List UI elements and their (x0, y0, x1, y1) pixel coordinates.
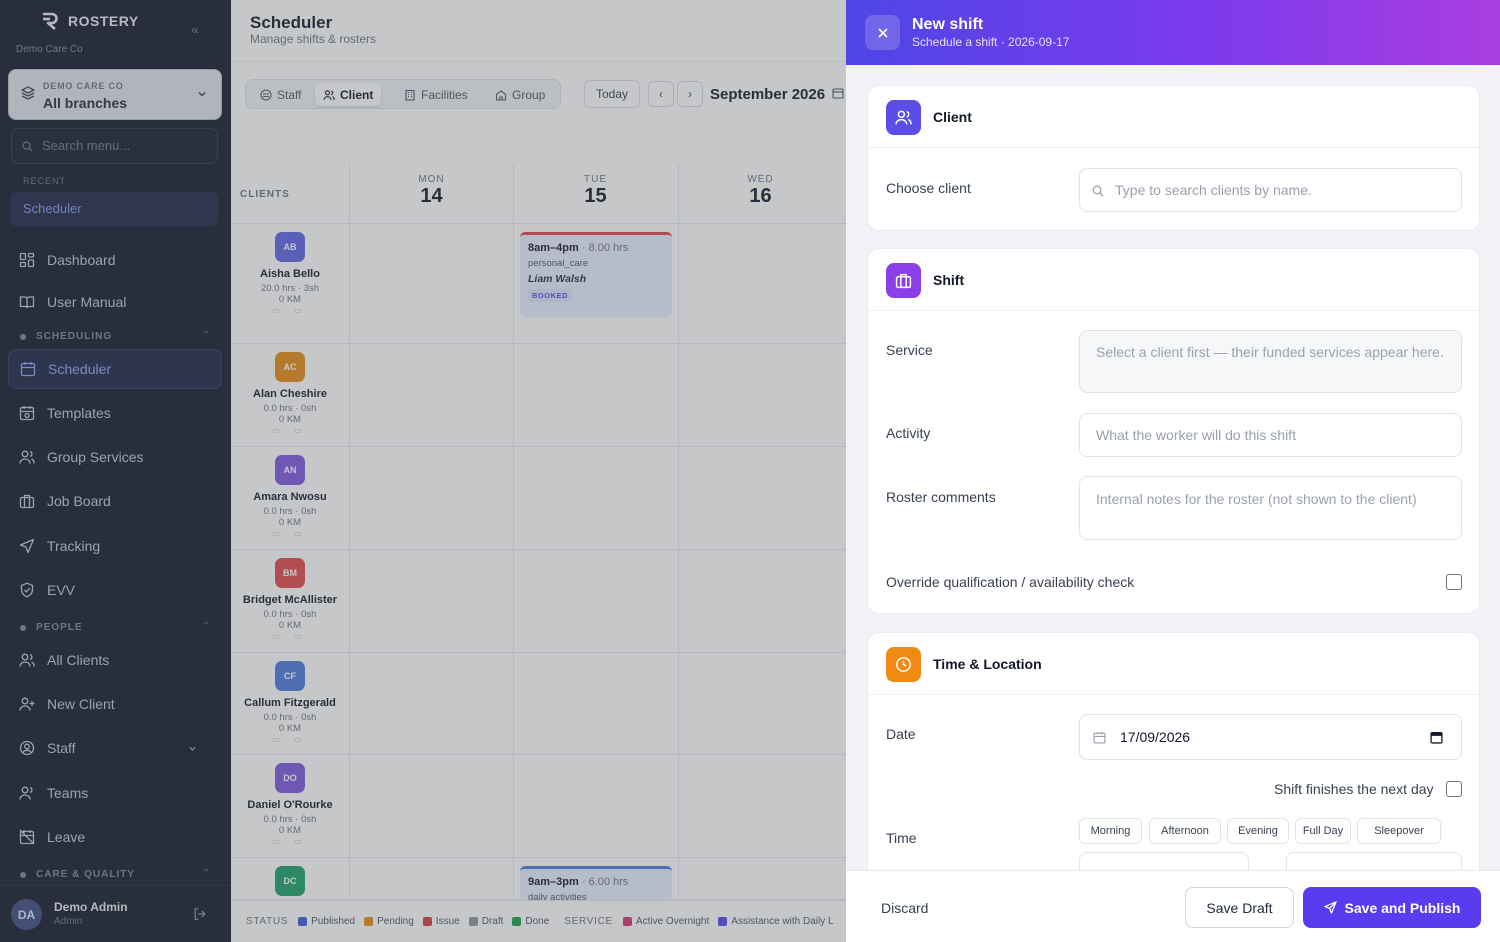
drawer-title: New shift (912, 16, 984, 33)
next-day-checkbox[interactable] (1446, 781, 1462, 797)
card-header: Client (868, 86, 1479, 148)
roster-comments-label: Roster comments (886, 489, 996, 505)
roster-comments-textarea[interactable] (1080, 477, 1461, 539)
briefcase-icon (886, 263, 921, 298)
client-search-input[interactable] (1080, 169, 1461, 211)
new-shift-drawer: New shift Schedule a shift · 2026-09-17 … (846, 0, 1500, 942)
roster-comments-field[interactable] (1079, 476, 1462, 540)
discard-button[interactable]: Discard (881, 900, 928, 916)
drawer-subtitle: Schedule a shift · 2026-09-17 (912, 35, 1070, 49)
close-icon (877, 27, 888, 38)
card-title: Time & Location (933, 656, 1042, 672)
users-icon (886, 100, 921, 135)
time-label: Time (886, 830, 917, 846)
close-button[interactable] (865, 15, 900, 50)
drawer-footer: Discard Save Draft Save and Publish (846, 870, 1500, 942)
override-check-label: Override qualification / availability ch… (886, 574, 1135, 590)
time-preset-evening[interactable]: Evening (1227, 818, 1289, 844)
activity-field[interactable] (1079, 413, 1462, 457)
card-header: Time & Location (868, 633, 1479, 695)
time-preset-sleepover[interactable]: Sleepover (1357, 818, 1441, 844)
calendar-icon (1093, 732, 1106, 744)
choose-client-label: Choose client (886, 180, 971, 196)
clock-icon (886, 647, 921, 682)
publish-label: Save and Publish (1344, 899, 1461, 916)
card-title: Shift (933, 272, 965, 288)
card-header: Shift (868, 249, 1479, 311)
save-and-publish-button[interactable]: Save and Publish (1303, 887, 1481, 928)
activity-input[interactable] (1080, 414, 1461, 456)
client-card: Client Choose client (867, 85, 1480, 231)
date-field[interactable]: 17/09/2026 (1079, 714, 1462, 760)
send-icon (1323, 901, 1337, 914)
override-checkbox[interactable] (1446, 574, 1462, 590)
shift-card-form: Shift Service Select a client first — th… (867, 248, 1480, 614)
time-preset-morning[interactable]: Morning (1079, 818, 1142, 844)
search-icon (1092, 185, 1104, 197)
date-value: 17/09/2026 (1120, 729, 1191, 745)
service-label: Service (886, 342, 933, 358)
card-title: Client (933, 109, 972, 125)
calendar-picker-icon[interactable] (1430, 731, 1443, 744)
modal-backdrop[interactable] (0, 0, 846, 942)
date-label: Date (886, 726, 916, 742)
save-draft-button[interactable]: Save Draft (1185, 887, 1294, 928)
next-day-label: Shift finishes the next day (1274, 781, 1434, 797)
service-select[interactable]: Select a client first — their funded ser… (1079, 330, 1462, 393)
drawer-header: New shift Schedule a shift · 2026-09-17 (846, 0, 1500, 65)
activity-label: Activity (886, 425, 931, 441)
client-search-field[interactable] (1079, 168, 1462, 212)
app-window: ROSTERY « Demo Care Co DEMO CARE CO All … (0, 0, 1500, 942)
time-preset-full-day[interactable]: Full Day (1295, 818, 1351, 844)
time-preset-afternoon[interactable]: Afternoon (1149, 818, 1221, 844)
